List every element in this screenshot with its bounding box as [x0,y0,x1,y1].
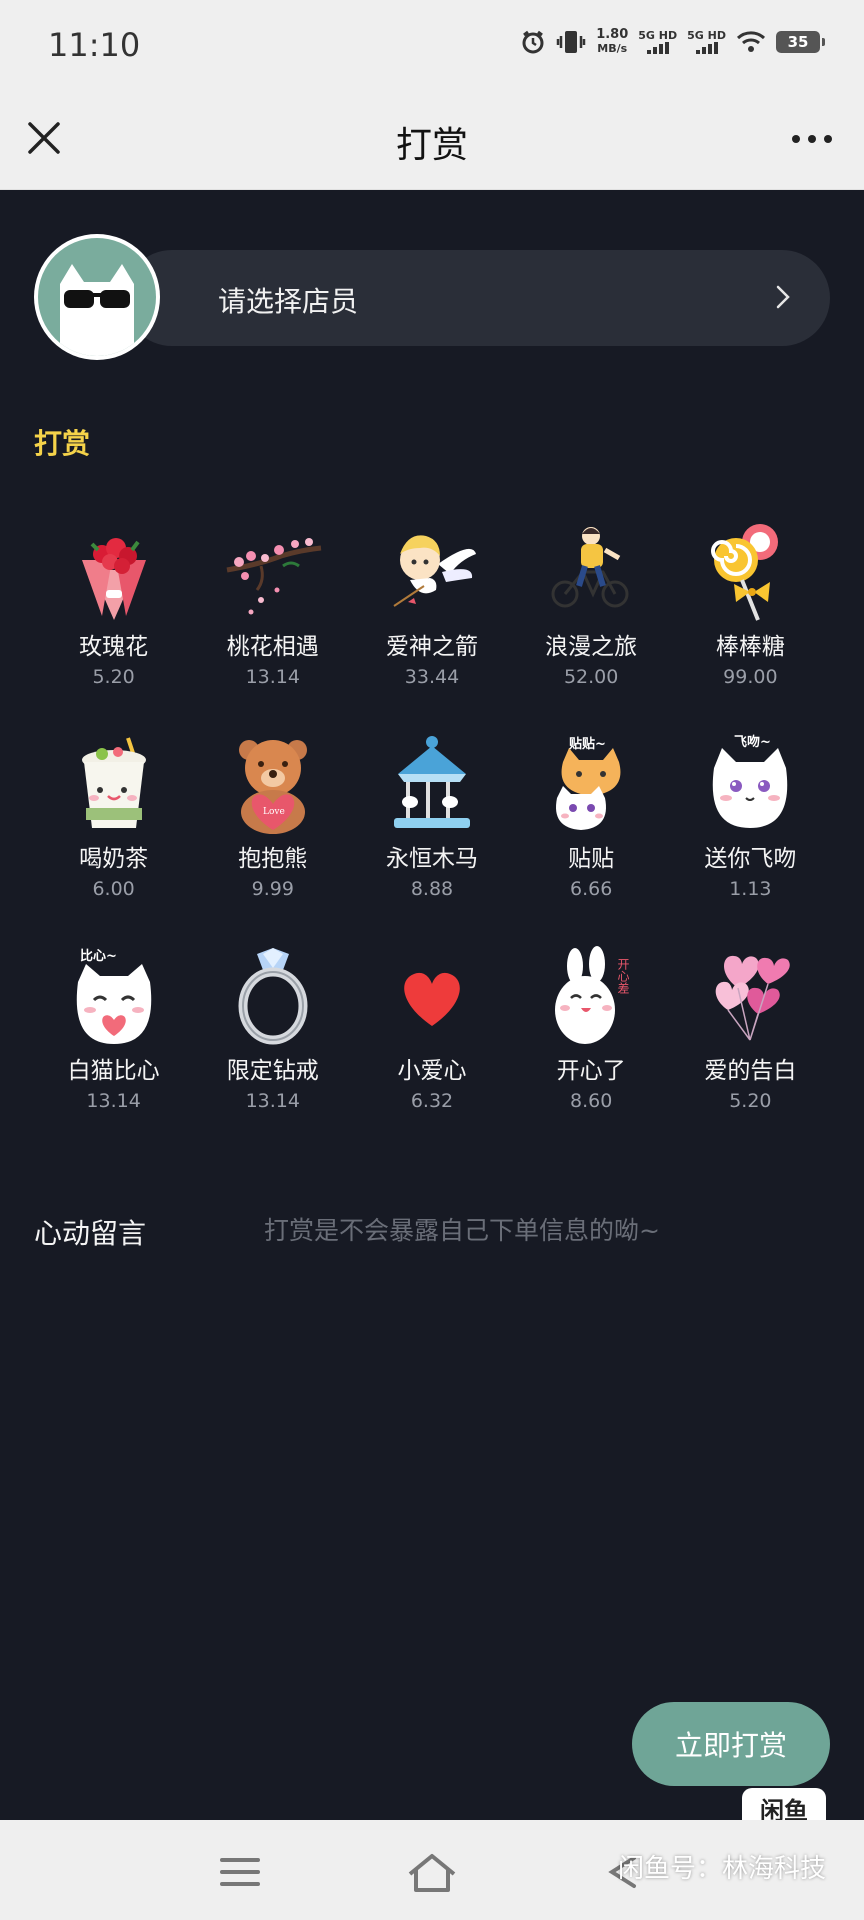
network-speed: 1.80 MB/s [596,27,629,56]
svg-text:Love: Love [263,807,285,817]
gift-item[interactable]: 飞吻~ 送你飞吻 1.13 [671,732,830,916]
gift-item[interactable]: 棒棒糖 99.00 [671,520,830,704]
gift-item[interactable]: 浪漫之旅 52.00 [512,520,671,704]
gift-name: 桃花相遇 [226,634,319,660]
staff-selector-row: 请选择店员 [34,234,830,360]
gift-name: 浪漫之旅 [545,634,638,660]
gift-item[interactable]: 贴贴~ 贴贴 6.66 [512,732,671,916]
gift-item[interactable]: 玫瑰花 5.20 [34,520,193,704]
home-button[interactable] [402,1850,462,1894]
gift-item[interactable]: 桃花相遇 13.14 [193,520,352,704]
alarm-icon [522,30,544,54]
gift-name: 永恒木马 [385,846,478,872]
heart-balloons-icon [698,944,802,1048]
page-title: 打赏 [395,125,468,166]
gift-item[interactable]: 爱神之箭 33.44 [352,520,511,704]
svg-text:贴贴~: 贴贴~ [569,736,606,752]
gift-price: 5.20 [729,1090,772,1112]
gift-name: 棒棒糖 [715,634,785,660]
gift-item[interactable]: 开心差 开心了 8.60 [512,944,671,1128]
svg-text:比心~: 比心~ [80,948,117,964]
gift-item[interactable]: 喝奶茶 6.00 [34,732,193,916]
more-dots-icon [792,135,832,143]
gift-name: 开心了 [556,1058,626,1084]
svg-text:开心差: 开心差 [616,958,630,994]
message-input[interactable] [264,1208,824,1252]
gift-price: 9.99 [251,878,294,900]
carousel-icon [380,732,484,836]
gift-item[interactable]: 限定钻戒 13.14 [193,944,352,1128]
small-heart-icon [380,944,484,1048]
tip-now-button[interactable]: 立即打赏 [632,1702,830,1786]
gift-price: 6.00 [92,878,135,900]
peach-blossom-icon [221,520,325,624]
milk-tea-icon [62,732,166,836]
diamond-ring-icon [221,944,325,1048]
gift-name: 抱抱熊 [238,846,308,872]
gift-price: 8.60 [570,1090,613,1112]
menu-icon [220,1858,260,1886]
message-label: 心动留言 [34,1217,147,1250]
chevron-right-icon [776,285,790,309]
section-title: 打赏 [34,427,91,460]
home-icon [408,1854,456,1892]
happy-bunny-icon: 开心差 [539,944,643,1048]
gift-price: 13.14 [245,666,300,688]
gift-name: 爱神之箭 [385,634,478,660]
avatar[interactable] [34,234,160,360]
status-time: 11:10 [48,26,141,64]
gift-price: 33.44 [404,666,460,688]
gift-name: 爱的告白 [704,1058,797,1084]
gift-name: 玫瑰花 [79,634,149,660]
title-bar: 打赏 [0,92,864,190]
gift-price: 1.13 [729,878,772,900]
cat-avatar-icon [38,238,156,356]
menu-button[interactable] [210,1850,270,1894]
cupid-icon [380,520,484,624]
gift-item[interactable]: 永恒木马 8.88 [352,732,511,916]
gift-name: 送你飞吻 [704,846,797,872]
gift-price: 52.00 [563,666,619,688]
staff-selector[interactable]: 请选择店员 [124,250,830,346]
more-button[interactable] [784,124,840,154]
sim1-signal: 5G HD [638,30,677,54]
gift-price: 8.88 [410,878,454,900]
gift-price: 6.66 [570,878,613,900]
status-bar: 11:10 1.80 MB/s 5G HD 5G HD 35 [0,0,864,92]
gift-price: 6.32 [410,1090,454,1112]
svg-text:飞吻~: 飞吻~ [734,734,771,750]
gift-price: 99.00 [723,666,778,688]
gift-name: 白猫比心 [67,1058,160,1084]
staff-selector-label: 请选择店员 [218,285,359,318]
gift-name: 喝奶茶 [79,846,149,872]
rose-bouquet-icon [62,520,166,624]
gift-price: 13.14 [86,1090,141,1112]
gift-item[interactable]: 爱的告白 5.20 [671,944,830,1128]
gift-item[interactable]: 比心~ 白猫比心 13.14 [34,944,193,1128]
bicycle-trip-icon [539,520,643,624]
watermark-text: 闲鱼号：林海科技 [617,1854,826,1884]
gift-name: 贴贴 [568,846,615,872]
gift-item[interactable]: 小爱心 6.32 [352,944,511,1128]
teddy-bear-icon: Love [221,732,325,836]
status-icons: 1.80 MB/s 5G HD 5G HD 35 [520,27,825,56]
cats-cuddle-icon: 贴贴~ [539,732,643,836]
heart-cat-icon: 比心~ [62,944,166,1048]
kiss-cat-icon: 飞吻~ [698,732,802,836]
battery-indicator: 35 [776,31,825,53]
gift-name: 小爱心 [397,1058,467,1084]
gift-price: 13.14 [245,1090,300,1112]
sim2-signal: 5G HD [687,30,726,54]
lollipop-icon [698,520,802,624]
gift-grid: 玫瑰花 5.20 桃花相遇 13.14 爱神之箭 33.44 浪漫之旅 52.0… [34,520,830,1128]
gift-item[interactable]: Love 抱抱熊 9.99 [193,732,352,916]
vibrate-icon [556,31,586,53]
gift-name: 限定钻戒 [226,1058,319,1084]
wifi-icon [736,31,766,52]
gift-price: 5.20 [92,666,135,688]
